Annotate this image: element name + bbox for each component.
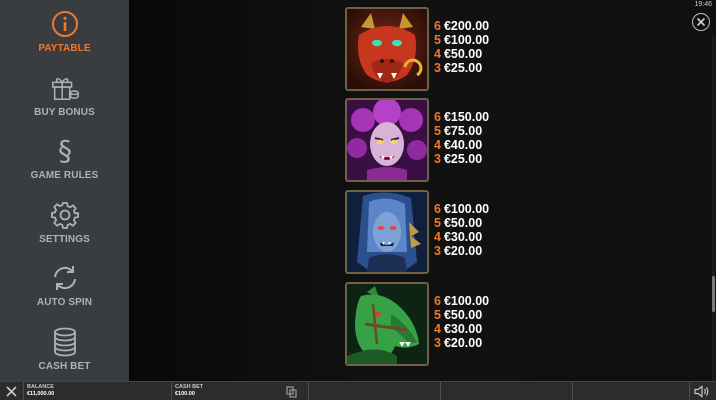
gift-icon bbox=[50, 73, 80, 103]
menu-label-game-rules: GAME RULES bbox=[30, 170, 99, 182]
payout-line: 4 €30.00 bbox=[434, 322, 483, 336]
payout-line: 6 €200.00 bbox=[434, 19, 490, 33]
scrollbar-track[interactable] bbox=[712, 36, 715, 381]
payout-list: 6 €200.00 5 €100.00 4 €50.00 3 €25.00 bbox=[434, 19, 489, 75]
paytable-row: 6 €150.00 5 €75.00 4 €40.00 3 €25.00 bbox=[345, 98, 605, 184]
stack-icon bbox=[286, 386, 297, 398]
payout-line: 5 €50.00 bbox=[434, 216, 483, 230]
scrollbar-thumb[interactable] bbox=[712, 276, 715, 312]
cash-bet-label: CASH BET bbox=[175, 384, 204, 390]
sound-toggle-button[interactable] bbox=[694, 385, 710, 398]
menu-item-buy-bonus[interactable]: BUY BONUS bbox=[0, 64, 129, 128]
payout-line: 4 €30.00 bbox=[434, 230, 483, 244]
red-dragon-symbol bbox=[345, 7, 429, 91]
payout-line: 3 €25.00 bbox=[434, 152, 483, 166]
menu-item-game-rules[interactable]: § GAME RULES bbox=[0, 127, 129, 191]
close-paytable-button[interactable] bbox=[692, 13, 710, 31]
cash-bet-value: €100.00 bbox=[175, 391, 195, 397]
refresh-icon bbox=[50, 263, 80, 293]
payout-line: 3 €20.00 bbox=[434, 244, 483, 258]
menu-label-paytable: PAYTABLE bbox=[38, 43, 91, 55]
svg-text:§: § bbox=[58, 136, 72, 166]
exit-game-button[interactable] bbox=[5, 385, 18, 398]
clock-time: 19:46 bbox=[694, 1, 712, 8]
payout-line: 6 €100.00 bbox=[434, 294, 490, 308]
coin-stack-icon bbox=[50, 327, 80, 357]
section-icon: § bbox=[50, 136, 80, 166]
divider bbox=[23, 382, 24, 400]
purple-medusa-symbol bbox=[345, 98, 429, 182]
menu-item-auto-spin[interactable]: AUTO SPIN bbox=[0, 254, 129, 318]
blue-ghoul-symbol bbox=[345, 190, 429, 274]
payout-line: 3 €20.00 bbox=[434, 336, 483, 350]
sidebar-menu: PAYTABLE BUY BONUS § GAME RULES SETTINGS… bbox=[0, 0, 129, 381]
balance-value: €11,000.00 bbox=[27, 391, 55, 397]
gear-icon bbox=[50, 200, 80, 230]
divider bbox=[171, 382, 172, 400]
balance-label: BALANCE bbox=[27, 384, 54, 390]
payout-line: 5 €75.00 bbox=[434, 124, 483, 138]
green-horse-symbol bbox=[345, 282, 429, 366]
close-icon bbox=[696, 17, 706, 27]
payout-line: 4 €50.00 bbox=[434, 47, 483, 61]
divider bbox=[689, 382, 690, 400]
menu-label-settings: SETTINGS bbox=[39, 233, 90, 245]
menu-label-auto-spin: AUTO SPIN bbox=[36, 297, 93, 309]
payout-list: 6 €150.00 5 €75.00 4 €40.00 3 €25.00 bbox=[434, 110, 489, 166]
payout-line: 6 €100.00 bbox=[434, 202, 490, 216]
payout-line: 5 €50.00 bbox=[434, 308, 483, 322]
payout-line: 6 €150.00 bbox=[434, 110, 490, 124]
close-icon bbox=[6, 386, 17, 397]
payout-list: 6 €100.00 5 €50.00 4 €30.00 3 €20.00 bbox=[434, 202, 489, 258]
paytable-panel: 19:46 6 €200.00 5 €100.00 4 €50.00 3 €25… bbox=[129, 0, 716, 381]
paytable-row: 6 €100.00 5 €50.00 4 €30.00 3 €20.00 bbox=[345, 190, 605, 276]
menu-label-cash-bet: CASH BET bbox=[38, 360, 91, 372]
bottom-status-bar: BALANCE €11,000.00 CASH BET €100.00 bbox=[0, 381, 716, 400]
paytable-row: 6 €100.00 5 €50.00 4 €30.00 3 €20.00 bbox=[345, 282, 605, 368]
payout-list: 6 €100.00 5 €50.00 4 €30.00 3 €20.00 bbox=[434, 294, 489, 350]
speaker-icon bbox=[694, 385, 709, 398]
payout-line: 3 €25.00 bbox=[434, 61, 483, 75]
balance-display: BALANCE €11,000.00 bbox=[27, 384, 54, 398]
divider bbox=[308, 382, 309, 400]
divider bbox=[440, 382, 441, 400]
menu-item-settings[interactable]: SETTINGS bbox=[0, 191, 129, 255]
info-icon bbox=[50, 9, 80, 39]
payout-line: 5 €100.00 bbox=[434, 33, 490, 47]
payout-line: 4 €40.00 bbox=[434, 138, 483, 152]
bet-stack-button[interactable] bbox=[286, 385, 298, 398]
divider bbox=[572, 382, 573, 400]
cash-bet-display: CASH BET €100.00 bbox=[175, 384, 203, 398]
menu-item-cash-bet[interactable]: CASH BET bbox=[0, 318, 129, 382]
menu-label-buy-bonus: BUY BONUS bbox=[34, 106, 95, 118]
paytable-row: 6 €200.00 5 €100.00 4 €50.00 3 €25.00 bbox=[345, 7, 605, 93]
menu-item-paytable[interactable]: PAYTABLE bbox=[0, 0, 129, 64]
